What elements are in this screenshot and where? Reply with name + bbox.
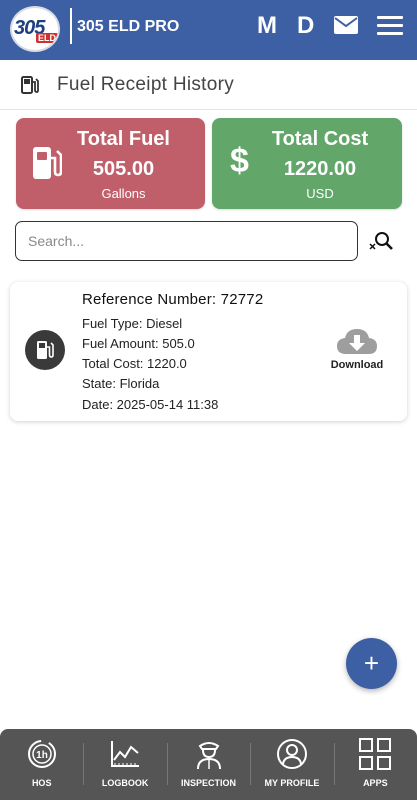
fuel-pump-icon [25,330,65,370]
total-cost-card: $ Total Cost 1220.00 USD [212,118,402,209]
nav-item-my-profile[interactable]: MY PROFILE [250,729,333,800]
d-button[interactable]: D [297,12,314,40]
total-fuel-card: Total Fuel 505.00 Gallons [16,118,205,209]
total-fuel-unit: Gallons [101,186,146,201]
nav-label: HOS [31,778,52,788]
download-button[interactable]: Download [326,326,388,378]
search-clear-icon[interactable] [369,230,393,254]
reference-number: Reference Number: 72772 [82,291,264,308]
nav-label: APPS [363,778,388,788]
profile-icon [276,739,307,769]
topbar-divider [70,8,72,44]
state: State: Florida [82,376,160,391]
fuel-amount: Fuel Amount: 505.0 [82,336,195,351]
top-app-bar: 305 ELD 305 ELD PRO M D [0,0,417,60]
receipt-card[interactable]: Reference Number: 72772 Fuel Type: Diese… [10,282,407,421]
apps-grid-icon [359,738,392,770]
svg-text:1h: 1h [36,750,48,761]
total-cost-value: 1220.00 [283,158,357,180]
chart-icon [111,741,140,767]
search-input[interactable] [15,221,358,261]
total-fuel-value: 505.00 [92,158,155,180]
menu-icon[interactable] [377,16,403,36]
add-receipt-button[interactable]: + [346,638,397,689]
app-logo: 305 ELD [10,6,60,52]
nav-item-apps[interactable]: APPS [333,729,417,800]
nav-item-logbook[interactable]: LOGBOOK [83,729,166,800]
total-cost: Total Cost: 1220.0 [82,356,187,371]
cloud-download-icon [337,329,377,354]
fuel-pump-icon [21,76,39,94]
bottom-nav: 1h HOS LOGBOOK INSPECTION MY PROFILE APP… [0,729,417,800]
date: Date: 2025-05-14 11:38 [82,397,219,412]
mail-icon[interactable] [334,16,358,34]
download-label: Download [330,359,384,371]
nav-label: MY PROFILE [264,778,320,788]
fuel-type: Fuel Type: Diesel [82,316,183,331]
logo-badge: ELD [36,33,58,43]
page-title: Fuel Receipt History [57,74,235,95]
nav-item-inspection[interactable]: INSPECTION [166,729,250,800]
nav-label: INSPECTION [181,778,237,788]
nav-item-hos[interactable]: 1h HOS [0,729,83,800]
page-header: Fuel Receipt History [0,60,417,110]
total-fuel-title: Total Fuel [77,128,170,150]
total-cost-unit: USD [306,186,334,201]
m-button[interactable]: M [257,12,277,40]
nav-label: LOGBOOK [101,778,149,788]
clock-1h-icon: 1h [27,740,56,768]
app-title: 305 ELD PRO [77,18,180,35]
total-cost-title: Total Cost [271,128,369,150]
inspector-icon [196,742,221,770]
